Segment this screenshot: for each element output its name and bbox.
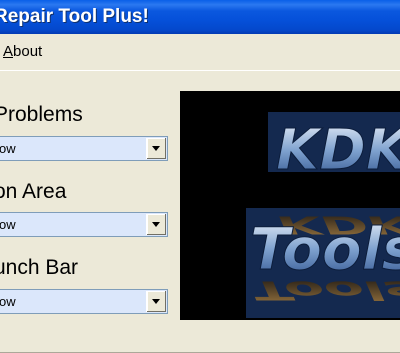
problems-dropdown-value: ow [0, 141, 16, 156]
chevron-down-icon [152, 222, 160, 227]
logo-panel: KDK KDK Tools Tools [180, 91, 400, 320]
chevron-down-icon [152, 299, 160, 304]
menu-about-accelerator: A [3, 43, 14, 60]
menu-bar: About [0, 34, 400, 71]
problems-label: Problems [0, 103, 83, 126]
problems-dropdown-button[interactable] [146, 138, 166, 159]
title-bar[interactable]: Repair Tool Plus! [0, 0, 400, 34]
logo-line2: Tools [250, 215, 400, 283]
launch-bar-dropdown-button[interactable] [146, 291, 166, 312]
launch-bar-label: unch Bar [0, 256, 79, 279]
notification-area-label: on Area [0, 180, 67, 203]
logo-line2-reflection: Tools [252, 275, 400, 306]
kdk-tools-logo: KDK KDK Tools Tools [246, 112, 400, 318]
problems-dropdown[interactable]: ow [0, 136, 168, 161]
menu-about-label: bout [13, 43, 43, 60]
chevron-down-icon [152, 146, 160, 151]
notification-area-dropdown-button[interactable] [146, 214, 166, 235]
logo-line1: KDK [276, 118, 400, 183]
notification-area-dropdown-value: ow [0, 217, 16, 232]
notification-area-dropdown[interactable]: ow [0, 212, 168, 237]
launch-bar-dropdown-value: ow [0, 294, 16, 309]
menu-about[interactable]: About [3, 43, 42, 60]
launch-bar-dropdown[interactable]: ow [0, 289, 168, 314]
window-title: Repair Tool Plus! [0, 6, 149, 27]
menu-divider [0, 70, 400, 71]
